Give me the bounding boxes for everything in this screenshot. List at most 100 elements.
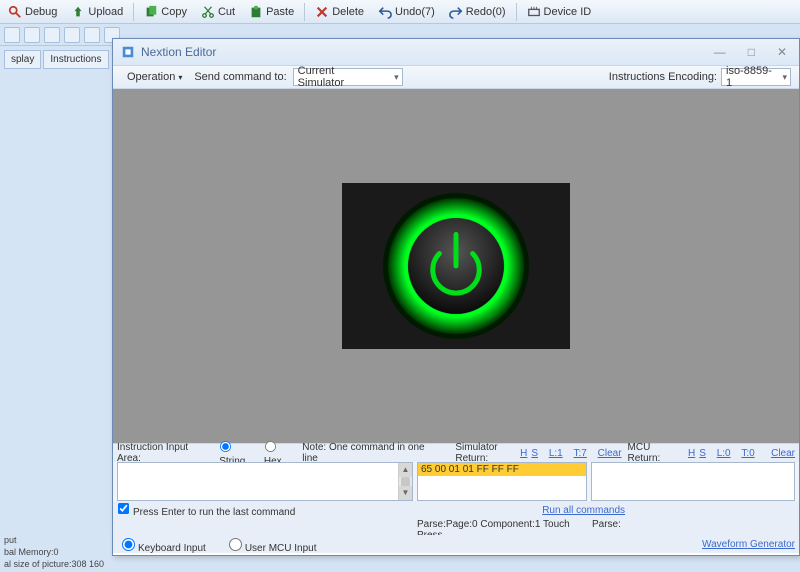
simulator-titlebar[interactable]: Nextion Editor — □ ✕ — [113, 39, 799, 65]
parse-row: Parse:Page:0 Component:1 Touch Press Par… — [113, 519, 799, 535]
cut-icon — [201, 5, 215, 19]
simret-s-link[interactable]: S — [531, 448, 538, 459]
simulator-return-box[interactable]: 65 00 01 01 FF FF FF — [417, 462, 587, 501]
separator — [304, 3, 305, 21]
simret-header: Simulator Return: H S L:1 T:7 Clear — [455, 442, 621, 464]
align-icon-3[interactable] — [44, 27, 60, 43]
upload-label: Upload — [88, 6, 123, 18]
dropdown-icon: ▾ — [178, 73, 182, 82]
status-size: al size of picture:308 160 — [4, 558, 106, 570]
paste-icon — [249, 5, 263, 19]
device-id-button[interactable]: Device ID — [521, 2, 598, 22]
maximize-button[interactable]: □ — [744, 45, 759, 59]
status-bar: put bal Memory:0 al size of picture:308 … — [0, 532, 110, 572]
device-icon — [527, 5, 541, 19]
simret-t-link[interactable]: T:7 — [574, 448, 587, 459]
device-id-label: Device ID — [544, 6, 592, 18]
tab-instructions[interactable]: Instructions — [43, 50, 108, 69]
paste-button[interactable]: Paste — [243, 2, 300, 22]
simulator-window: Nextion Editor — □ ✕ Operation ▾ Send co… — [112, 38, 800, 556]
tab-display[interactable]: splay — [4, 50, 41, 69]
simret-l-link[interactable]: L:1 — [549, 448, 563, 459]
x-icon — [315, 5, 329, 19]
main-toolbar: Debug Upload Copy Cut Paste Delete Undo(… — [0, 0, 800, 24]
upload-icon — [71, 5, 85, 19]
send-to-label: Send command to: — [194, 71, 286, 83]
simulated-screen[interactable] — [342, 183, 570, 349]
user-mcu-input-radio[interactable]: User MCU Input — [224, 535, 317, 554]
simulator-title: Nextion Editor — [141, 45, 216, 59]
mcu-clear-link[interactable]: Clear — [771, 448, 795, 459]
scroll-up-icon[interactable]: ▲ — [399, 463, 412, 477]
copy-label: Copy — [161, 6, 187, 18]
magnify-icon — [8, 5, 22, 19]
delete-label: Delete — [332, 6, 364, 18]
simret-clear-link[interactable]: Clear — [598, 448, 622, 459]
send-to-value: Current Simulator — [298, 65, 384, 89]
align-icon-4[interactable] — [64, 27, 80, 43]
text-panels: ▲ ▼ 65 00 01 01 FF FF FF — [113, 462, 799, 501]
input-mode-row: Keyboard Input User MCU Input Waveform G… — [113, 535, 799, 553]
mcu-s-link[interactable]: S — [699, 448, 706, 459]
simulator-return-value: 65 00 01 01 FF FF FF — [418, 463, 586, 476]
power-button-icon[interactable] — [373, 183, 539, 349]
encoding-value: iso-8859-1 — [726, 65, 772, 89]
encoding-group: Instructions Encoding: iso-8859-1 — [609, 68, 791, 86]
press-enter-checkbox[interactable]: Press Enter to run the last command — [117, 502, 295, 518]
mcu-return-box[interactable] — [591, 462, 795, 501]
left-panel-tabs: splay Instructions — [0, 46, 112, 73]
align-icon-2[interactable] — [24, 27, 40, 43]
input-area-label: Instruction Input Area: — [117, 442, 213, 464]
operation-label: Operation — [127, 71, 175, 83]
mcu-t-link[interactable]: T:0 — [741, 448, 754, 459]
encoding-label: Instructions Encoding: — [609, 71, 717, 83]
redo-label: Redo(0) — [466, 6, 506, 18]
mcu-h-link[interactable]: H — [688, 448, 695, 459]
mcuret-label: MCU Return: — [628, 442, 685, 464]
bottom-header-row: Instruction Input Area: String Hex Note:… — [113, 444, 799, 462]
parse-mcu: Parse: — [592, 519, 641, 535]
upload-button[interactable]: Upload — [65, 2, 129, 22]
simret-h-link[interactable]: H — [520, 448, 527, 459]
separator — [133, 3, 134, 21]
delete-button[interactable]: Delete — [309, 2, 370, 22]
debug-label: Debug — [25, 6, 57, 18]
cut-label: Cut — [218, 6, 235, 18]
keyboard-input-radio[interactable]: Keyboard Input — [117, 535, 206, 554]
note-label: Note: One command in one line — [302, 442, 441, 464]
status-mem: bal Memory:0 — [4, 546, 106, 558]
scroll-down-icon[interactable]: ▼ — [399, 486, 412, 500]
undo-label: Undo(7) — [395, 6, 435, 18]
copy-icon — [144, 5, 158, 19]
encoding-combo[interactable]: iso-8859-1 — [721, 68, 791, 86]
send-to-combo[interactable]: Current Simulator — [293, 68, 403, 86]
paste-label: Paste — [266, 6, 294, 18]
redo-icon — [449, 5, 463, 19]
nextion-logo-icon — [121, 45, 135, 59]
window-controls: — □ ✕ — [710, 45, 791, 59]
separator — [516, 3, 517, 21]
press-enter-row: Press Enter to run the last command Run … — [113, 501, 799, 519]
display-area — [113, 89, 799, 443]
simulator-toolbar: Operation ▾ Send command to: Current Sim… — [113, 65, 799, 89]
mcu-l-link[interactable]: L:0 — [717, 448, 731, 459]
align-icon-1[interactable] — [4, 27, 20, 43]
minimize-button[interactable]: — — [710, 45, 730, 59]
align-icon-5[interactable] — [84, 27, 100, 43]
close-button[interactable]: ✕ — [773, 45, 791, 59]
simret-label: Simulator Return: — [455, 442, 516, 464]
undo-icon — [378, 5, 392, 19]
scrollbar[interactable]: ▲ ▼ — [398, 463, 412, 500]
instruction-input[interactable]: ▲ ▼ — [117, 462, 413, 501]
undo-button[interactable]: Undo(7) — [372, 2, 441, 22]
copy-button[interactable]: Copy — [138, 2, 193, 22]
run-all-link[interactable]: Run all commands — [542, 505, 625, 516]
redo-button[interactable]: Redo(0) — [443, 2, 512, 22]
operation-menu[interactable]: Operation ▾ — [121, 69, 188, 85]
parse-sim: Parse:Page:0 Component:1 Touch Press — [417, 519, 592, 535]
status-put: put — [4, 534, 106, 546]
waveform-generator-link[interactable]: Waveform Generator — [702, 539, 795, 550]
cut-button[interactable]: Cut — [195, 2, 241, 22]
debug-button[interactable]: Debug — [2, 2, 63, 22]
bottom-panel: Instruction Input Area: String Hex Note:… — [113, 443, 799, 553]
